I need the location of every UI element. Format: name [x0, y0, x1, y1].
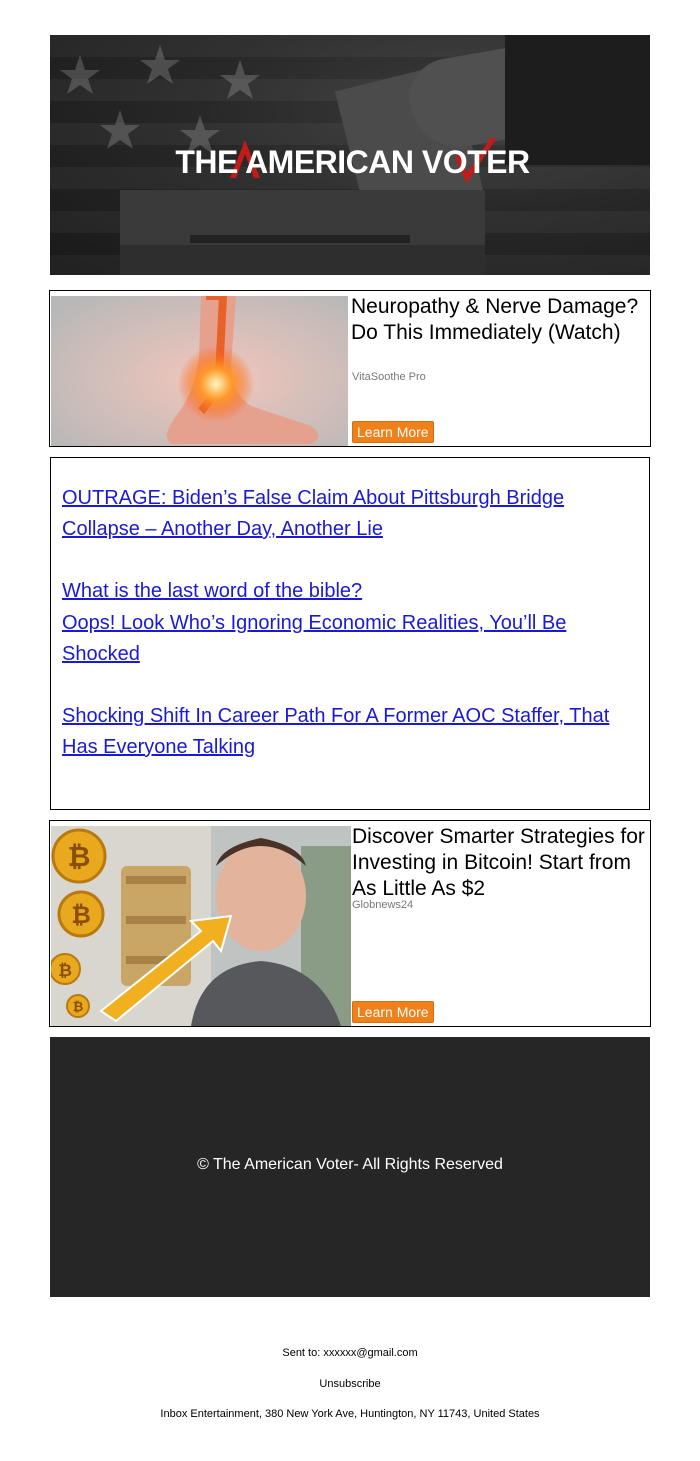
sender-address: Inbox Entertainment, 380 New York Ave, H… [160, 1408, 540, 1420]
bitcoin-investor-illustration: ₿ ₿ ₿ ₿ [51, 826, 351, 1026]
svg-text:₿: ₿ [68, 840, 91, 873]
article-link[interactable]: OUTRAGE: Biden’s False Claim About Pitts… [62, 483, 622, 545]
american-voter-logo: THE AMERICAN VOTER [135, 138, 570, 186]
svg-text:₿: ₿ [73, 1000, 84, 1015]
header-banner[interactable]: THE AMERICAN VOTER [50, 35, 650, 275]
sponsored-ad-bitcoin[interactable]: ₿ ₿ ₿ ₿ Discover Smarter Strategies for … [49, 820, 651, 1027]
article-link[interactable]: Oops! Look Who’s Ignoring Economic Reali… [62, 608, 622, 670]
ballot-box [120, 190, 485, 275]
ad-source: VitaSoothe Pro [352, 371, 426, 383]
bitcoin-investor-image[interactable]: ₿ ₿ ₿ ₿ [51, 826, 351, 1026]
ad-source: Globnews24 [352, 899, 414, 911]
ad-headline[interactable]: Neuropathy & Nerve Damage? Do This Immed… [351, 294, 647, 346]
sponsored-ad-neuropathy[interactable]: Neuropathy & Nerve Damage? Do This Immed… [49, 290, 651, 447]
learn-more-button[interactable]: Learn More [352, 421, 434, 443]
article-link[interactable]: Shocking Shift In Career Path For A Form… [62, 701, 642, 763]
unsubscribe-link[interactable]: Unsubscribe [0, 1378, 700, 1390]
article-links-panel: OUTRAGE: Biden’s False Claim About Pitts… [50, 457, 650, 810]
svg-text:₿: ₿ [58, 961, 72, 981]
svg-text:₿: ₿ [71, 901, 91, 929]
sent-to-text: Sent to: xxxxxx@gmail.com [282, 1347, 418, 1359]
logo-text: THE AMERICAN VOTER [175, 144, 530, 180]
foot-pain-illustration [51, 296, 348, 446]
foot-pain-image[interactable] [51, 296, 348, 446]
ballot-box-slot [190, 235, 410, 243]
ad-headline[interactable]: Discover Smarter Strategies for Investin… [352, 824, 648, 902]
copyright-text: © The American Voter- All Rights Reserve… [197, 1156, 503, 1173]
article-link[interactable]: What is the last word of the bible? [62, 576, 622, 607]
newsletter-footer: © The American Voter- All Rights Reserve… [50, 1037, 650, 1297]
learn-more-button[interactable]: Learn More [352, 1001, 434, 1023]
